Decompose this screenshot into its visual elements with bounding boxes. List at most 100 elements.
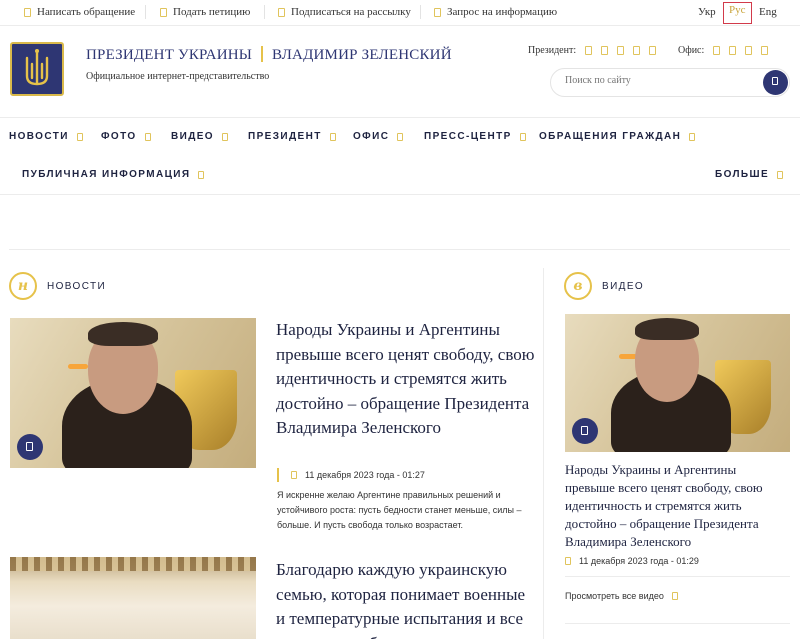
nav-photo[interactable]: ФОТО (101, 131, 151, 142)
lang-ukr[interactable]: Укр (698, 6, 716, 18)
subscribe-label: Подписаться на рассылку (291, 6, 411, 18)
chevron-down-icon (329, 132, 336, 141)
mail-icon (278, 7, 285, 17)
chevron-down-icon (221, 132, 228, 141)
chevron-down-icon (198, 170, 205, 179)
nav-news-label: НОВОСТИ (9, 131, 69, 142)
content-top-border (9, 249, 790, 250)
site-title-president: ПРЕЗИДЕНТ УКРАИНЫ (86, 47, 253, 63)
news-item-1-photo[interactable] (10, 318, 256, 468)
nav-more[interactable]: БОЛЬШЕ (715, 169, 784, 180)
search-input[interactable] (565, 75, 755, 86)
site-title[interactable]: ПРЕЗИДЕНТ УКРАИНЫ ВЛАДИМИР ЗЕЛЕНСКИЙ (86, 46, 452, 64)
nav-office-label: ОФИС (353, 131, 390, 142)
search-box (550, 68, 790, 97)
play-icon (581, 426, 588, 435)
trident-logo[interactable] (10, 42, 64, 96)
site-title-name: ВЛАДИМИР ЗЕЛЕНСКИЙ (272, 47, 452, 63)
decor-rail (10, 557, 256, 571)
video-item-meta: 11 декабря 2023 года - 01:29 (565, 556, 699, 566)
nav-more-label: БОЛЬШЕ (715, 169, 770, 180)
twitter-icon[interactable] (729, 46, 737, 55)
top-utility-bar: Написать обращение Подать петицию Подпис… (0, 0, 800, 26)
video-item-date: 11 декабря 2023 года - 01:29 (579, 556, 699, 566)
nav-public-info-label: ПУБЛИЧНАЯ ИНФОРМАЦИЯ (22, 169, 191, 180)
video-section-header: в ВИДЕО (564, 272, 644, 300)
nav-press-center[interactable]: ПРЕСС-ЦЕНТР (424, 131, 526, 142)
arrow-right-icon (671, 592, 678, 600)
telegram-icon[interactable] (633, 46, 641, 55)
write-appeal-label: Написать обращение (37, 6, 136, 18)
nav-video-label: ВИДЕО (171, 131, 214, 142)
calendar-icon (565, 557, 571, 565)
video-section-label[interactable]: ВИДЕО (602, 281, 644, 292)
nav-press-center-label: ПРЕСС-ЦЕНТР (424, 131, 512, 142)
divider (420, 5, 421, 19)
chevron-down-icon (397, 132, 404, 141)
nav-president-label: ПРЕЗИДЕНТ (248, 131, 322, 142)
nav-news[interactable]: НОВОСТИ (9, 131, 83, 142)
info-request-label: Запрос на информацию (447, 6, 558, 18)
instagram-icon[interactable] (745, 46, 753, 55)
divider (264, 5, 265, 19)
view-all-videos-link[interactable]: Просмотреть все видео (565, 591, 678, 601)
chevron-down-icon (689, 132, 696, 141)
speaker-hair (635, 318, 699, 340)
nav-video[interactable]: ВИДЕО (171, 131, 228, 142)
submit-petition-label: Подать петицию (173, 6, 251, 18)
news-item-2-photo[interactable] (10, 557, 256, 639)
chevron-down-icon (144, 132, 151, 141)
news-section-label[interactable]: НОВОСТИ (47, 281, 106, 292)
nav-bottom-border (0, 194, 800, 195)
nav-public-info[interactable]: ПУБЛИЧНАЯ ИНФОРМАЦИЯ (22, 169, 205, 180)
chevron-down-icon (76, 132, 83, 141)
instagram-icon[interactable] (617, 46, 625, 55)
youtube-icon[interactable] (649, 46, 657, 55)
news-section-icon: н (9, 272, 37, 300)
news-section-header: н НОВОСТИ (9, 272, 106, 300)
search-button[interactable] (763, 70, 788, 95)
write-appeal-link[interactable]: Написать обращение (24, 6, 135, 18)
play-button[interactable] (572, 418, 598, 444)
video-icon (26, 442, 33, 451)
lamp-light (68, 364, 88, 369)
video-badge[interactable] (17, 434, 43, 460)
nav-president[interactable]: ПРЕЗИДЕНТ (248, 131, 336, 142)
nav-citizen-appeals[interactable]: ОБРАЩЕНИЯ ГРАЖДАН (539, 131, 696, 142)
submit-petition-link[interactable]: Подать петицию (160, 6, 250, 18)
petition-icon (160, 7, 167, 17)
news-item-1-title[interactable]: Народы Украины и Аргентины превыше всего… (276, 318, 536, 441)
telegram-icon[interactable] (761, 46, 769, 55)
view-all-videos-label: Просмотреть все видео (565, 591, 664, 601)
video-item-title[interactable]: Народы Украины и Аргентины превыше всего… (565, 461, 780, 551)
divider (565, 623, 790, 624)
lang-eng[interactable]: Eng (759, 6, 777, 18)
chevron-down-icon (777, 170, 784, 179)
trident-icon (25, 49, 49, 86)
divider (145, 5, 146, 19)
news-item-2-title[interactable]: Благодарю каждую украинскую семью, котор… (276, 558, 536, 639)
subscribe-link[interactable]: Подписаться на рассылку (278, 6, 411, 18)
column-divider (543, 268, 544, 639)
chevron-down-icon (519, 132, 526, 141)
speaker-hair (88, 322, 158, 346)
office-social-label: Офис: (678, 45, 705, 56)
nav-citizen-appeals-label: ОБРАЩЕНИЯ ГРАЖДАН (539, 131, 682, 142)
facebook-icon[interactable] (713, 46, 721, 55)
nav-office[interactable]: ОФИС (353, 131, 404, 142)
president-social-row: Президент: (528, 45, 657, 56)
divider (565, 576, 790, 577)
news-item-1-meta: 11 декабря 2023 года - 01:27 (277, 468, 425, 482)
lang-rus[interactable]: Рус (723, 2, 752, 24)
search-icon (772, 77, 778, 85)
title-divider (261, 46, 264, 62)
info-request-link[interactable]: Запрос на информацию (434, 6, 557, 18)
video-item-photo[interactable] (565, 314, 790, 452)
twitter-icon[interactable] (601, 46, 609, 55)
facebook-icon[interactable] (585, 46, 593, 55)
info-icon (434, 7, 441, 17)
site-subtitle: Официальное интернет-представительство (86, 71, 270, 82)
pen-icon (24, 7, 31, 17)
calendar-icon (291, 471, 297, 479)
nav-photo-label: ФОТО (101, 131, 137, 142)
